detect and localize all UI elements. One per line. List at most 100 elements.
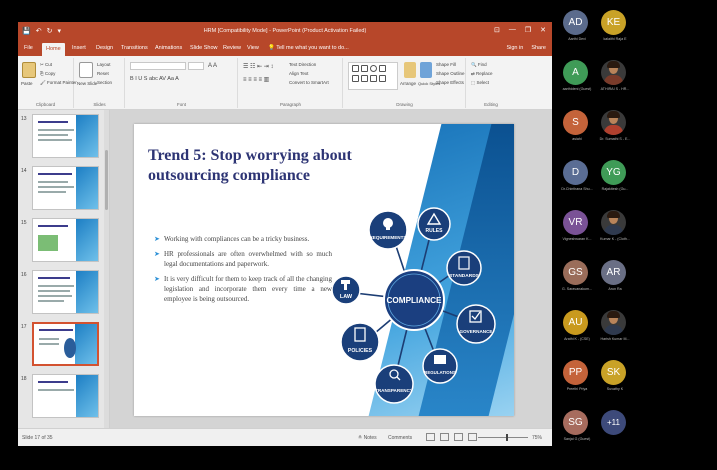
participant-tile[interactable]: AD Aarthi Devi: [558, 8, 596, 48]
editing-group: 🔍 Find ⇄ Replace ⬚ Select Editing: [467, 58, 515, 108]
layout-button[interactable]: Layout: [97, 62, 111, 67]
list-icons[interactable]: ☰ ☷ ⇤ ⇥ ↕: [243, 63, 273, 70]
slide-sorter-icon[interactable]: [440, 433, 449, 441]
reset-button[interactable]: Reset: [97, 71, 109, 76]
slide-counter: Slide 17 of 35: [22, 435, 53, 441]
zoom-slider[interactable]: [478, 437, 528, 438]
section-button[interactable]: Section: [97, 80, 112, 85]
cut-label: Cut: [45, 62, 53, 67]
shape-outline-button[interactable]: Shape Outline: [436, 71, 465, 76]
paragraph-group-label: Paragraph: [279, 102, 301, 107]
shape-effects-button[interactable]: Shape Effects: [436, 80, 464, 85]
shape-fill-button[interactable]: Shape Fill: [436, 62, 456, 67]
tab-insert[interactable]: Insert: [72, 45, 86, 51]
thumbnail-number: 15: [21, 220, 27, 226]
participant-tile[interactable]: YG Rajakitesh (Gu...: [596, 158, 634, 198]
compliance-diagram[interactable]: COMPLIANCE REQUIREMENTS RULES STANDARDS: [332, 194, 498, 406]
tell-me-box[interactable]: 💡 Tell me what you want to do...: [268, 45, 349, 51]
tab-file[interactable]: File: [24, 45, 33, 51]
minimize-button[interactable]: —: [509, 26, 516, 34]
participant-tile[interactable]: Harish Kumar M...: [596, 308, 634, 348]
quick-styles-icon[interactable]: [420, 62, 432, 78]
participant-tile[interactable]: VR Vigneshwaran K...: [558, 208, 596, 248]
policies-label: POLICIES: [348, 348, 373, 354]
format-painter-button[interactable]: 🖌 Format Painter: [40, 80, 77, 86]
paste-icon[interactable]: [22, 62, 36, 78]
slide-title[interactable]: Trend 5: Stop worrying about outsourcing…: [148, 146, 408, 186]
font-group: A A B I U S abc AV Aa A Font: [126, 58, 238, 108]
find-button[interactable]: 🔍 Find: [471, 62, 487, 68]
avatar-initials: YG: [606, 167, 621, 178]
participant-tile[interactable]: Dr. Sumathi S - E...: [596, 108, 634, 148]
convert-smartart-button[interactable]: Convert to SmartArt: [289, 80, 329, 85]
participant-tile[interactable]: +11: [596, 408, 634, 448]
zoom-level[interactable]: 75%: [532, 435, 542, 441]
arrange-icon[interactable]: [404, 62, 416, 78]
align-text-button[interactable]: Align Text: [289, 71, 308, 76]
participant-name: G. Saravanakum...: [562, 287, 592, 291]
font-format-buttons[interactable]: B I U S abc AV Aa A: [130, 76, 179, 82]
font-name-input[interactable]: [130, 62, 186, 70]
participant-tile[interactable]: AR Arun Ra: [596, 258, 634, 298]
avatar-initials: D: [571, 167, 580, 178]
new-slide-icon[interactable]: [79, 62, 93, 78]
participant-tile[interactable]: Kumar K - (Cloth...: [596, 208, 634, 248]
thumbnails-scrollbar[interactable]: [104, 110, 109, 428]
sign-in-link[interactable]: Sign in: [506, 45, 523, 51]
reading-view-icon[interactable]: [454, 433, 463, 441]
text-direction-button[interactable]: Text Direction: [289, 62, 316, 67]
share-button[interactable]: Share: [531, 45, 546, 51]
window-controls: ⊡ — ❐ ✕: [494, 26, 546, 34]
tab-design[interactable]: Design: [96, 45, 113, 51]
participant-name: Dr.Chinthana Shu...: [561, 187, 593, 191]
slide-thumbnail[interactable]: [32, 114, 99, 158]
slide-bullets[interactable]: ➤ Working with compliances can be a trick…: [154, 234, 332, 309]
thumbnail-number: 13: [21, 116, 27, 122]
tab-slide-show[interactable]: Slide Show: [190, 45, 218, 51]
participant-tile[interactable]: AU Arathi K - (CSE): [558, 308, 596, 348]
current-slide[interactable]: Trend 5: Stop worrying about outsourcing…: [134, 124, 514, 416]
avatar: PP: [563, 360, 588, 385]
font-size-input[interactable]: [188, 62, 204, 70]
participant-tile[interactable]: ATHIRAI S - HR...: [596, 58, 634, 98]
participant-tile[interactable]: KE kalaithi Raja E: [596, 8, 634, 48]
comments-button[interactable]: Comments: [388, 435, 412, 441]
tab-review[interactable]: Review: [223, 45, 241, 51]
copy-button[interactable]: ⎘ Copy: [40, 71, 55, 76]
participant-tile[interactable]: Aaarthideni (Guest): [558, 58, 596, 98]
participant-tile[interactable]: Sasiahi: [558, 108, 596, 148]
tab-view[interactable]: View: [247, 45, 259, 51]
slide-thumbnail[interactable]: [32, 166, 99, 210]
requirements-label: REQUIREMENTS: [369, 235, 406, 240]
slide-thumbnail[interactable]: [32, 270, 99, 314]
font-size-grow-icon[interactable]: A A: [208, 63, 217, 69]
scrollbar-thumb[interactable]: [105, 150, 108, 210]
participant-tile[interactable]: SK Suvathy K: [596, 358, 634, 398]
avatar-initials: PP: [568, 367, 583, 378]
ribbon-display-icon[interactable]: ⊡: [494, 26, 500, 34]
tab-transitions[interactable]: Transitions: [121, 45, 148, 51]
replace-button[interactable]: ⇄ Replace: [471, 71, 493, 77]
slide-thumbnail-selected[interactable]: [32, 322, 99, 366]
bullet-arrow-icon: ➤: [154, 250, 160, 258]
maximize-button[interactable]: ❐: [525, 26, 531, 34]
participant-tile[interactable]: SG Sanjai G (Guest): [558, 408, 596, 448]
slide-thumbnail[interactable]: [32, 374, 99, 418]
participant-tile[interactable]: D Dr.Chinthana Shu...: [558, 158, 596, 198]
zoom-slider-handle[interactable]: [506, 434, 508, 441]
participant-tile[interactable]: PP Preethi Priya: [558, 358, 596, 398]
cut-button[interactable]: ✂ Cut: [40, 62, 52, 68]
participant-tile[interactable]: GS G. Saravanakum...: [558, 258, 596, 298]
slide-thumbnail[interactable]: [32, 218, 99, 262]
tab-animations[interactable]: Animations: [155, 45, 182, 51]
avatar: [601, 110, 626, 135]
tab-home[interactable]: Home: [42, 43, 65, 56]
avatar-initials: S: [572, 117, 579, 128]
normal-view-icon[interactable]: [426, 433, 435, 441]
align-icons[interactable]: ≡ ≡ ≡ ≡ ▥: [243, 76, 269, 83]
slideshow-icon[interactable]: [468, 433, 477, 441]
close-button[interactable]: ✕: [540, 26, 546, 34]
shapes-gallery[interactable]: [348, 62, 398, 90]
notes-button[interactable]: ≙ Notes: [358, 435, 377, 441]
select-button[interactable]: ⬚ Select: [471, 80, 489, 86]
